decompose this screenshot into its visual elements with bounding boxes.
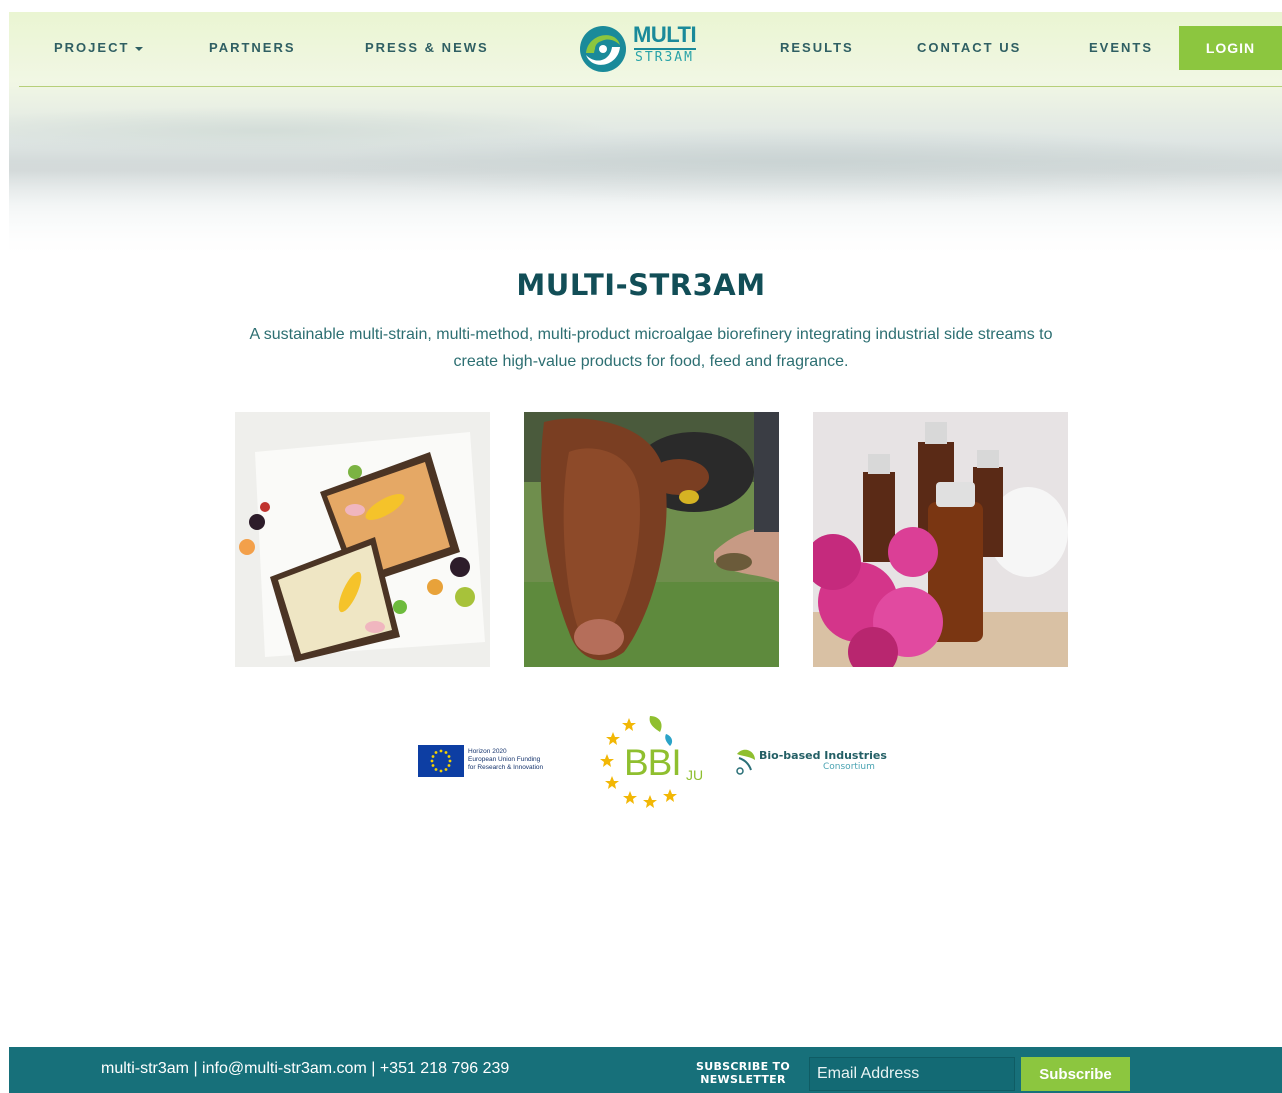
newsletter-label-line1: SUBSCRIBE TO <box>696 1060 790 1073</box>
horizon-2020-logo[interactable]: Horizon 2020 European Union Funding for … <box>418 745 568 778</box>
oils-image <box>813 412 1068 667</box>
caret-down-icon <box>135 46 144 51</box>
footer: multi-str3am | info@multi-str3am.com | +… <box>9 1047 1282 1093</box>
nav-press-news[interactable]: PRESS & NEWS <box>365 40 489 55</box>
top-navigation: PROJECT PARTNERS PRESS & NEWS MULTI STR3… <box>19 12 1282 87</box>
nav-results[interactable]: RESULTS <box>780 40 854 55</box>
logo-text-str3am: STR3AM <box>635 50 694 65</box>
eu-flag-icon <box>418 745 464 777</box>
login-button[interactable]: LOGIN <box>1179 26 1282 70</box>
bbi-ju-logo[interactable]: BBI JU <box>600 712 710 812</box>
page-title: MULTI-STR3AM <box>516 268 766 302</box>
bic-name-text: Bio-based Industries <box>759 749 887 762</box>
food-image <box>235 412 490 667</box>
newsletter-label: SUBSCRIBE TO NEWSLETTER <box>689 1060 797 1086</box>
swirl-icon <box>580 26 626 72</box>
bbi-text: BBI <box>624 742 682 783</box>
nav-contact-us[interactable]: CONTACT US <box>917 40 1021 55</box>
page-subtitle: A sustainable multi-strain, multi-method… <box>249 326 1053 370</box>
eu-funding-text: Horizon 2020 European Union Funding for … <box>468 748 544 771</box>
cow-image <box>524 412 779 667</box>
leaf-icon <box>736 749 755 775</box>
email-address-input[interactable] <box>809 1057 1015 1091</box>
nav-partners[interactable]: PARTNERS <box>209 40 296 55</box>
logo-text-multi: MULTI <box>633 22 697 47</box>
nav-project-label: PROJECT <box>54 40 130 55</box>
nav-events[interactable]: EVENTS <box>1089 40 1153 55</box>
bio-based-industries-logo[interactable]: Bio-based Industries Consortium <box>735 744 895 778</box>
multi-str3am-logo[interactable]: MULTI STR3AM <box>578 20 698 80</box>
bic-consortium-text: Consortium <box>823 762 875 772</box>
subscribe-button[interactable]: Subscribe <box>1021 1057 1130 1091</box>
newsletter-label-line2: NEWSLETTER <box>700 1073 786 1086</box>
footer-contact-info: multi-str3am | info@multi-str3am.com | +… <box>101 1060 510 1077</box>
nav-project[interactable]: PROJECT <box>54 40 144 55</box>
ju-text: JU <box>686 767 704 783</box>
